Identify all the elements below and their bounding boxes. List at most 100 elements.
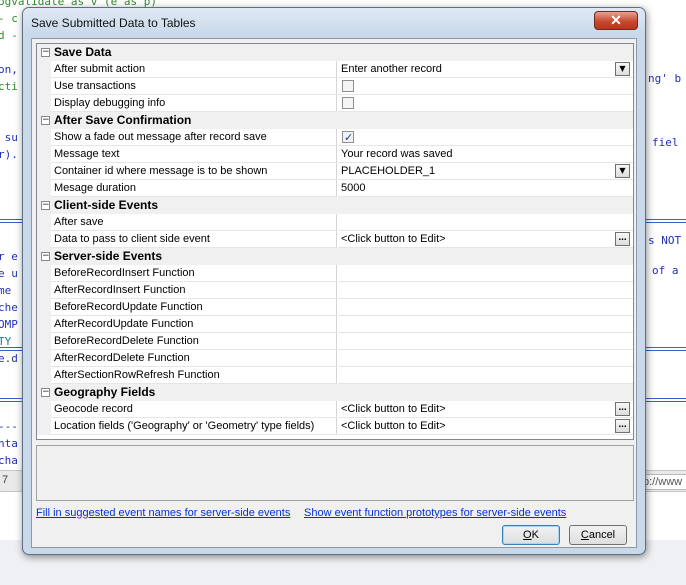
- property-value[interactable]: [338, 333, 633, 350]
- property-name: Use transactions: [51, 78, 337, 95]
- property-value[interactable]: <Click button to Edit>...: [338, 231, 633, 248]
- code-line: r e: [0, 250, 18, 263]
- code-line: che: [0, 301, 18, 314]
- show-event-prototypes-link[interactable]: Show event function prototypes for serve…: [304, 507, 566, 519]
- property-value[interactable]: ✓: [338, 129, 633, 146]
- category-save-data[interactable]: − Save Data: [37, 44, 633, 61]
- property-row-afterrecordinsert-function[interactable]: AfterRecordInsert Function: [37, 282, 633, 299]
- category-server-side-events[interactable]: − Server-side Events: [37, 248, 633, 265]
- property-name: After submit action: [51, 61, 337, 78]
- property-value[interactable]: <Click button to Edit>...: [338, 418, 633, 435]
- property-row-message-text[interactable]: Message text Your record was saved: [37, 146, 633, 163]
- property-row-beforerecordinsert-function[interactable]: BeforeRecordInsert Function: [37, 265, 633, 282]
- category-after-save-confirmation[interactable]: − After Save Confirmation: [37, 112, 633, 129]
- category-client-side-events[interactable]: − Client-side Events: [37, 197, 633, 214]
- category-label: Client-side Events: [54, 198, 159, 212]
- property-name: BeforeRecordInsert Function: [51, 265, 337, 282]
- property-row-after-submit-action[interactable]: After submit action Enter another record ▼: [37, 61, 633, 78]
- row-gutter: [37, 129, 51, 146]
- property-row-use-transactions[interactable]: Use transactions: [37, 78, 633, 95]
- property-value[interactable]: <Click button to Edit>...: [338, 401, 633, 418]
- property-name: AfterRecordDelete Function: [51, 350, 337, 367]
- property-value[interactable]: Your record was saved: [338, 146, 633, 163]
- property-row-mesage-duration[interactable]: Mesage duration 5000: [37, 180, 633, 197]
- property-value[interactable]: [338, 78, 633, 95]
- category-label: Server-side Events: [54, 249, 163, 263]
- property-value[interactable]: [338, 265, 633, 282]
- property-description-pane: [36, 445, 634, 501]
- category-geography-fields[interactable]: − Geography Fields: [37, 384, 633, 401]
- url-field-fragment[interactable]: p://www: [640, 474, 686, 490]
- property-row-afterrecordupdate-function[interactable]: AfterRecordUpdate Function: [37, 316, 633, 333]
- row-gutter: [37, 316, 51, 333]
- row-gutter: [37, 214, 51, 231]
- property-row-aftersectionrowrefresh-function[interactable]: AfterSectionRowRefresh Function: [37, 367, 633, 384]
- dialog-titlebar[interactable]: Save Submitted Data to Tables ✕: [23, 8, 645, 36]
- status-text: 7: [2, 474, 9, 486]
- code-line: OMP: [0, 318, 18, 331]
- collapse-icon[interactable]: −: [41, 116, 50, 125]
- code-line: su: [4, 131, 18, 144]
- property-row-display-debugging-info[interactable]: Display debugging info: [37, 95, 633, 112]
- property-value[interactable]: [338, 350, 633, 367]
- property-value[interactable]: [338, 316, 633, 333]
- property-value[interactable]: [338, 367, 633, 384]
- row-gutter: [37, 333, 51, 350]
- save-submitted-data-dialog: Save Submitted Data to Tables ✕ − Save Da…: [22, 7, 646, 555]
- property-row-location-fields-geography-or-geometry-type-fields[interactable]: Location fields ('Geography' or 'Geometr…: [37, 418, 633, 435]
- ellipsis-edit-button[interactable]: ...: [615, 419, 630, 433]
- property-row-beforerecordupdate-function[interactable]: BeforeRecordUpdate Function: [37, 299, 633, 316]
- property-row-geocode-record[interactable]: Geocode record <Click button to Edit>...: [37, 401, 633, 418]
- property-value[interactable]: [338, 299, 633, 316]
- property-row-data-to-pass-to-client-side-event[interactable]: Data to pass to client side event <Click …: [37, 231, 633, 248]
- property-grid[interactable]: − Save Data After submit action Enter anoth…: [36, 43, 634, 440]
- property-value-text: PLACEHOLDER_1: [341, 165, 436, 177]
- property-value-text: 5000: [341, 182, 366, 194]
- collapse-icon[interactable]: −: [41, 201, 50, 210]
- collapse-icon[interactable]: −: [41, 48, 50, 57]
- dialog-client-area: − Save Data After submit action Enter anoth…: [31, 38, 637, 548]
- row-gutter: [37, 163, 51, 180]
- property-value[interactable]: PLACEHOLDER_1 ▼: [338, 163, 633, 180]
- ellipsis-edit-button[interactable]: ...: [615, 402, 630, 416]
- property-row-afterrecorddelete-function[interactable]: AfterRecordDelete Function: [37, 350, 633, 367]
- ok-mnemonic: O: [523, 529, 532, 541]
- property-value[interactable]: [338, 282, 633, 299]
- ok-button[interactable]: OK: [502, 525, 560, 545]
- code-fragment: ng' b: [648, 72, 682, 85]
- checkmark-icon: ✓: [344, 131, 354, 144]
- property-checkbox[interactable]: ✓: [342, 131, 354, 144]
- code-fragment: of a: [652, 264, 679, 277]
- row-gutter: [37, 146, 51, 163]
- property-value[interactable]: Enter another record ▼: [338, 61, 633, 78]
- property-name: After save: [51, 214, 337, 231]
- property-value[interactable]: [338, 95, 633, 112]
- code-line: e u: [0, 267, 18, 280]
- fill-suggested-event-names-link[interactable]: Fill in suggested event names for server…: [36, 507, 290, 519]
- property-checkbox[interactable]: [342, 80, 354, 92]
- code-line: cti: [0, 80, 18, 93]
- code-line: cha: [0, 454, 18, 467]
- property-row-beforerecorddelete-function[interactable]: BeforeRecordDelete Function: [37, 333, 633, 350]
- property-value[interactable]: [338, 214, 633, 231]
- property-row-show-a-fade-out-message-after-record-save[interactable]: Show a fade out message after record sav…: [37, 129, 633, 146]
- row-gutter: [37, 350, 51, 367]
- property-row-after-save[interactable]: After save: [37, 214, 633, 231]
- row-gutter: [37, 180, 51, 197]
- property-row-container-id-where-message-is-to-be-shown[interactable]: Container id where message is to be show…: [37, 163, 633, 180]
- dropdown-arrow-icon[interactable]: ▼: [615, 164, 630, 178]
- property-value[interactable]: 5000: [338, 180, 633, 197]
- property-name: Geocode record: [51, 401, 337, 418]
- collapse-icon[interactable]: −: [41, 252, 50, 261]
- property-value-text: <Click button to Edit>: [341, 403, 446, 415]
- code-line: e.d: [0, 352, 18, 365]
- collapse-icon[interactable]: −: [41, 388, 50, 397]
- ellipsis-edit-button[interactable]: ...: [615, 232, 630, 246]
- property-name: AfterRecordUpdate Function: [51, 316, 337, 333]
- property-checkbox[interactable]: [342, 97, 354, 109]
- close-button[interactable]: ✕: [594, 11, 638, 30]
- dropdown-arrow-icon[interactable]: ▼: [615, 62, 630, 76]
- code-fragment: fiel: [652, 136, 679, 149]
- row-gutter: [37, 78, 51, 95]
- cancel-button[interactable]: Cancel: [569, 525, 627, 545]
